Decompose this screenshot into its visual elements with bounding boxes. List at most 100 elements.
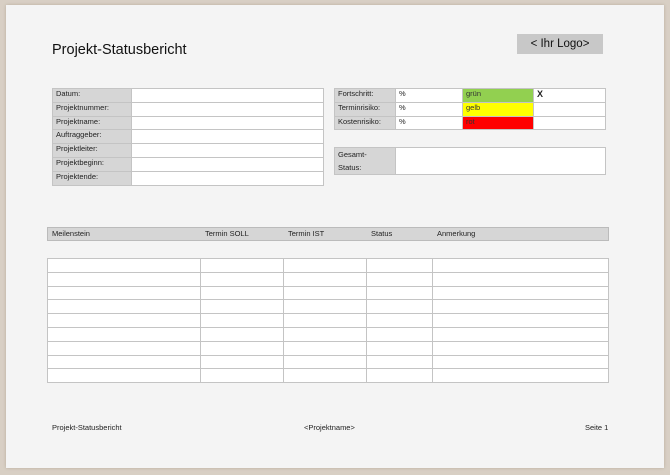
milestone-row bbox=[47, 258, 609, 273]
status-label: Kostenrisiko: bbox=[334, 115, 396, 131]
header-termin-ist: Termin IST bbox=[288, 229, 325, 238]
milestone-row bbox=[47, 340, 609, 356]
header-anmerkung: Anmerkung bbox=[437, 229, 476, 238]
milestone-cell[interactable] bbox=[200, 285, 284, 301]
status-color-cell[interactable]: gelb bbox=[462, 101, 534, 117]
overall-status-table: Gesamt- Status: bbox=[334, 147, 606, 175]
page-title: Projekt-Statusbericht bbox=[52, 42, 187, 58]
info-label: Projektende: bbox=[52, 170, 132, 186]
milestone-table bbox=[47, 258, 609, 384]
status-table: Fortschritt:% grün X Terminrisiko:% gelb Kost… bbox=[334, 88, 606, 131]
milestone-cell[interactable] bbox=[47, 354, 201, 370]
milestone-row bbox=[47, 313, 609, 328]
milestone-cell[interactable] bbox=[283, 299, 367, 315]
overall-status-label: Gesamt- Status: bbox=[334, 147, 396, 175]
milestone-row bbox=[47, 326, 609, 342]
info-label: Projektbeginn: bbox=[52, 156, 132, 172]
milestone-row bbox=[47, 271, 609, 287]
milestone-cell[interactable] bbox=[283, 368, 367, 384]
milestone-cell[interactable] bbox=[432, 285, 609, 301]
milestone-row bbox=[47, 285, 609, 301]
footer-left: Projekt-Statusbericht bbox=[52, 423, 122, 432]
milestone-cell[interactable] bbox=[366, 258, 433, 273]
milestone-cell[interactable] bbox=[366, 340, 433, 356]
milestone-cell[interactable] bbox=[432, 326, 609, 342]
info-value[interactable] bbox=[131, 101, 324, 117]
info-row: Datum: bbox=[52, 88, 324, 103]
milestone-cell[interactable] bbox=[200, 313, 284, 328]
status-row: Terminrisiko:% gelb bbox=[334, 101, 606, 117]
milestone-cell[interactable] bbox=[366, 285, 433, 301]
milestone-cell[interactable] bbox=[283, 271, 367, 287]
milestone-cell[interactable] bbox=[432, 313, 609, 328]
milestone-cell[interactable] bbox=[200, 340, 284, 356]
milestone-cell[interactable] bbox=[200, 271, 284, 287]
status-color-cell[interactable]: rot bbox=[462, 115, 534, 131]
info-label: Auftraggeber: bbox=[52, 129, 132, 145]
milestone-cell[interactable] bbox=[283, 258, 367, 273]
milestone-cell[interactable] bbox=[432, 340, 609, 356]
status-percent[interactable]: % bbox=[395, 101, 463, 117]
status-mark[interactable] bbox=[533, 115, 606, 131]
info-label: Projektleiter: bbox=[52, 143, 132, 158]
status-label: Terminrisiko: bbox=[334, 101, 396, 117]
milestone-cell[interactable] bbox=[432, 271, 609, 287]
milestone-cell[interactable] bbox=[47, 326, 201, 342]
milestone-row bbox=[47, 368, 609, 384]
milestone-row bbox=[47, 354, 609, 370]
milestone-cell[interactable] bbox=[366, 368, 433, 384]
milestone-cell[interactable] bbox=[432, 258, 609, 273]
info-value[interactable] bbox=[131, 129, 324, 145]
header-status: Status bbox=[371, 229, 393, 238]
info-label: Datum: bbox=[52, 88, 132, 103]
milestone-cell[interactable] bbox=[200, 326, 284, 342]
milestone-cell[interactable] bbox=[47, 258, 201, 273]
milestone-cell[interactable] bbox=[47, 271, 201, 287]
status-row: Fortschritt:% grün X bbox=[334, 88, 606, 103]
info-value[interactable] bbox=[131, 156, 324, 172]
footer-page: Seite 1 bbox=[585, 423, 609, 432]
milestone-cell[interactable] bbox=[47, 285, 201, 301]
milestone-cell[interactable] bbox=[283, 354, 367, 370]
milestone-cell[interactable] bbox=[200, 354, 284, 370]
milestone-cell[interactable] bbox=[432, 354, 609, 370]
info-value[interactable] bbox=[131, 170, 324, 186]
milestone-cell[interactable] bbox=[200, 299, 284, 315]
milestone-row bbox=[47, 299, 609, 315]
milestone-cell[interactable] bbox=[432, 368, 609, 384]
info-label: Projektname: bbox=[52, 115, 132, 131]
milestone-cell[interactable] bbox=[47, 299, 201, 315]
milestone-cell[interactable] bbox=[366, 313, 433, 328]
info-value[interactable] bbox=[131, 115, 324, 131]
milestone-cell[interactable] bbox=[283, 285, 367, 301]
document-page: Projekt-Statusbericht < Ihr Logo> Datum:… bbox=[6, 5, 664, 468]
milestone-cell[interactable] bbox=[283, 313, 367, 328]
info-value[interactable] bbox=[131, 143, 324, 158]
milestone-cell[interactable] bbox=[366, 326, 433, 342]
status-mark[interactable] bbox=[533, 101, 606, 117]
milestone-cell[interactable] bbox=[432, 299, 609, 315]
milestone-cell[interactable] bbox=[200, 368, 284, 384]
status-label: Fortschritt: bbox=[334, 88, 396, 103]
milestone-cell[interactable] bbox=[47, 368, 201, 384]
milestone-cell[interactable] bbox=[47, 313, 201, 328]
status-color-cell[interactable]: grün bbox=[462, 88, 534, 103]
info-row: Projektname: bbox=[52, 115, 324, 131]
milestone-cell[interactable] bbox=[366, 354, 433, 370]
status-percent[interactable]: % bbox=[395, 88, 463, 103]
logo-placeholder: < Ihr Logo> bbox=[517, 34, 603, 54]
milestone-cell[interactable] bbox=[366, 271, 433, 287]
status-percent[interactable]: % bbox=[395, 115, 463, 131]
info-row: Projektleiter: bbox=[52, 143, 324, 158]
header-meilenstein: Meilenstein bbox=[52, 229, 90, 238]
info-value[interactable] bbox=[131, 88, 324, 103]
milestone-cell[interactable] bbox=[283, 340, 367, 356]
status-row: Kostenrisiko:% rot bbox=[334, 115, 606, 131]
milestone-cell[interactable] bbox=[200, 258, 284, 273]
info-label: Projektnummer: bbox=[52, 101, 132, 117]
status-mark[interactable]: X bbox=[533, 88, 606, 103]
milestone-cell[interactable] bbox=[366, 299, 433, 315]
overall-status-value[interactable] bbox=[395, 147, 606, 175]
milestone-cell[interactable] bbox=[283, 326, 367, 342]
milestone-cell[interactable] bbox=[47, 340, 201, 356]
